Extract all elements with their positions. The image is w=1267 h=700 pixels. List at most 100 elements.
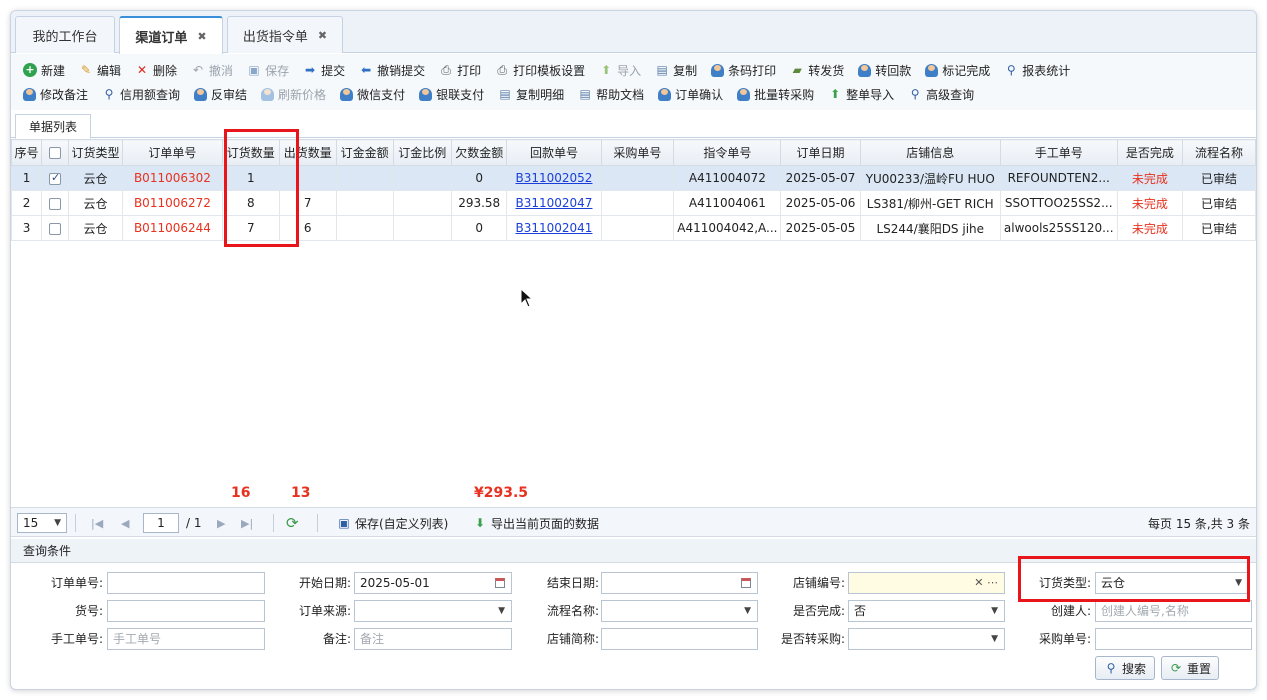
row-checkbox[interactable]: [49, 222, 61, 235]
col-header-purchase-no[interactable]: 采购单号: [600, 139, 675, 166]
cell-refund-no[interactable]: B311002041: [506, 215, 602, 241]
tab-workbench[interactable]: 我的工作台: [15, 16, 115, 53]
refund-link[interactable]: B311002041: [516, 221, 593, 235]
cell-refund-no[interactable]: B311002047: [506, 190, 602, 216]
edit-remark-button[interactable]: 修改备注: [23, 86, 88, 103]
save-button[interactable]: ▣ 保存: [247, 62, 289, 79]
table-row[interactable]: 1 云仓 B011006302 1 0 B311002052 A41100407…: [11, 165, 1256, 191]
col-header-is-done[interactable]: 是否完成: [1116, 139, 1184, 166]
copy-details-button[interactable]: ▤ 复制明细: [498, 86, 564, 103]
export-page-button[interactable]: ⬇ 导出当前页面的数据: [473, 512, 599, 534]
copy-button[interactable]: ▤ 复制: [655, 62, 697, 79]
cell-select[interactable]: [41, 165, 69, 191]
col-header-index[interactable]: 序号: [11, 139, 43, 166]
select-all-checkbox[interactable]: [49, 147, 61, 159]
col-header-owed[interactable]: 欠数金额: [450, 139, 508, 166]
order-source-select[interactable]: ▼: [354, 600, 512, 622]
tab-document-list[interactable]: 单据列表: [15, 114, 91, 139]
cell-select[interactable]: [41, 190, 69, 216]
refund-link[interactable]: B311002047: [516, 196, 593, 210]
refresh-price-button[interactable]: 刷新价格: [261, 86, 326, 103]
page-number-input[interactable]: 1: [143, 512, 179, 534]
report-button[interactable]: ⚲ 报表统计: [1004, 62, 1070, 79]
order-confirm-button[interactable]: 订单确认: [658, 86, 723, 103]
col-header-deposit-ratio[interactable]: 订金比例: [392, 139, 452, 166]
save-custom-list-button[interactable]: ▣ 保存(自定义列表): [337, 512, 448, 534]
close-icon[interactable]: ✖: [318, 29, 327, 42]
remark-input[interactable]: 备注: [354, 628, 512, 650]
unionpay-button[interactable]: 银联支付: [419, 86, 484, 103]
cell-refund-no[interactable]: B311002052: [506, 165, 602, 191]
last-page-button[interactable]: ▶|: [241, 512, 253, 534]
col-header-order-no[interactable]: 订单单号: [122, 139, 223, 166]
tab-shipping-instruction[interactable]: 出货指令单 ✖: [227, 16, 343, 53]
reset-button[interactable]: ⟳ 重置: [1161, 656, 1219, 680]
refund-link[interactable]: B311002052: [516, 171, 593, 185]
import-button[interactable]: ⬆ 导入: [599, 62, 641, 79]
cell-order-no[interactable]: B011006272: [122, 190, 223, 216]
shop-short-input[interactable]: [601, 628, 758, 650]
goods-no-input[interactable]: [107, 600, 265, 622]
col-header-instruction-no[interactable]: 指令单号: [673, 139, 782, 166]
tab-channel-order[interactable]: 渠道订单 ✖: [119, 16, 223, 54]
col-header-manual-no[interactable]: 手工单号: [999, 139, 1118, 166]
to-purchase-select[interactable]: ▼: [848, 628, 1005, 650]
order-no-input[interactable]: [107, 572, 265, 594]
first-page-button[interactable]: |◀: [91, 512, 103, 534]
col-header-order-date[interactable]: 订单日期: [780, 139, 861, 166]
col-header-select-all[interactable]: [41, 139, 69, 166]
to-refund-button[interactable]: 转回款: [858, 62, 911, 79]
wechat-pay-button[interactable]: 微信支付: [340, 86, 405, 103]
start-date-input[interactable]: 2025-05-01: [354, 572, 512, 594]
submit-button[interactable]: ➡ 提交: [303, 62, 345, 79]
flow-name-select[interactable]: ▼: [601, 600, 758, 622]
clear-icon[interactable]: ✕ ⋯: [974, 573, 998, 593]
creator-input[interactable]: 创建人编号,名称: [1095, 600, 1252, 622]
col-header-order-qty[interactable]: 订货数量: [221, 139, 280, 166]
full-import-button[interactable]: ⬆ 整单导入: [828, 86, 894, 103]
search-button[interactable]: ⚲ 搜索: [1095, 656, 1155, 680]
table-row[interactable]: 2 云仓 B011006272 8 7 293.58 B311002047 A4…: [11, 190, 1256, 216]
cell-select[interactable]: [41, 215, 69, 241]
col-header-ship-qty[interactable]: 出货数量: [278, 139, 337, 166]
col-header-deposit[interactable]: 订金金额: [335, 139, 394, 166]
revoke-submit-button[interactable]: ⬅ 撤销提交: [359, 62, 425, 79]
advanced-query-button[interactable]: ⚲ 高级查询: [908, 86, 974, 103]
edit-button[interactable]: ✎ 编辑: [79, 62, 121, 79]
manual-no-input[interactable]: 手工单号: [107, 628, 265, 650]
to-shipping-button[interactable]: ▰ 转发货: [790, 62, 845, 79]
col-header-shop-info[interactable]: 店铺信息: [859, 139, 1001, 166]
next-page-button[interactable]: ▶: [217, 512, 225, 534]
new-button[interactable]: + 新建: [23, 62, 65, 79]
close-icon[interactable]: ✖: [197, 30, 206, 43]
is-done-select[interactable]: 否 ▼: [848, 600, 1005, 622]
print-button[interactable]: ⎙ 打印: [439, 62, 481, 79]
prev-page-button[interactable]: ◀: [121, 512, 129, 534]
reverse-audit-button[interactable]: 反审结: [194, 86, 247, 103]
order-type-select[interactable]: 云仓 ▼: [1095, 572, 1249, 594]
end-date-input[interactable]: [601, 572, 758, 594]
calendar-icon[interactable]: [495, 578, 505, 588]
table-row[interactable]: 3 云仓 B011006244 7 6 0 B311002041 A411004…: [11, 215, 1256, 241]
delete-button[interactable]: ✕ 删除: [135, 62, 177, 79]
cell-order-no[interactable]: B011006244: [122, 215, 223, 241]
purchase-no-input[interactable]: [1095, 628, 1252, 650]
row-checkbox[interactable]: [49, 197, 61, 210]
credit-query-button[interactable]: ⚲ 信用额查询: [102, 86, 180, 103]
page-size-select[interactable]: 15 ▼: [17, 512, 67, 534]
shop-code-input[interactable]: ✕ ⋯: [848, 572, 1005, 594]
remark-label: 备注:: [322, 632, 351, 646]
print-template-button[interactable]: ⎙ 打印模板设置: [495, 62, 585, 79]
col-header-order-type[interactable]: 订货类型: [67, 139, 124, 166]
refresh-button[interactable]: ⟳: [286, 512, 299, 534]
barcode-print-button[interactable]: 条码打印: [711, 62, 776, 79]
batch-purchase-button[interactable]: 批量转采购: [737, 86, 814, 103]
cell-order-no[interactable]: B011006302: [122, 165, 223, 191]
calendar-icon[interactable]: [741, 578, 751, 588]
mark-complete-button[interactable]: 标记完成: [925, 62, 990, 79]
col-header-refund-no[interactable]: 回款单号: [506, 139, 602, 166]
undo-button[interactable]: ↶ 撤消: [191, 62, 233, 79]
row-checkbox[interactable]: [49, 171, 61, 185]
col-header-flow-name[interactable]: 流程名称: [1182, 139, 1256, 166]
help-doc-button[interactable]: ▤ 帮助文档: [578, 86, 644, 103]
